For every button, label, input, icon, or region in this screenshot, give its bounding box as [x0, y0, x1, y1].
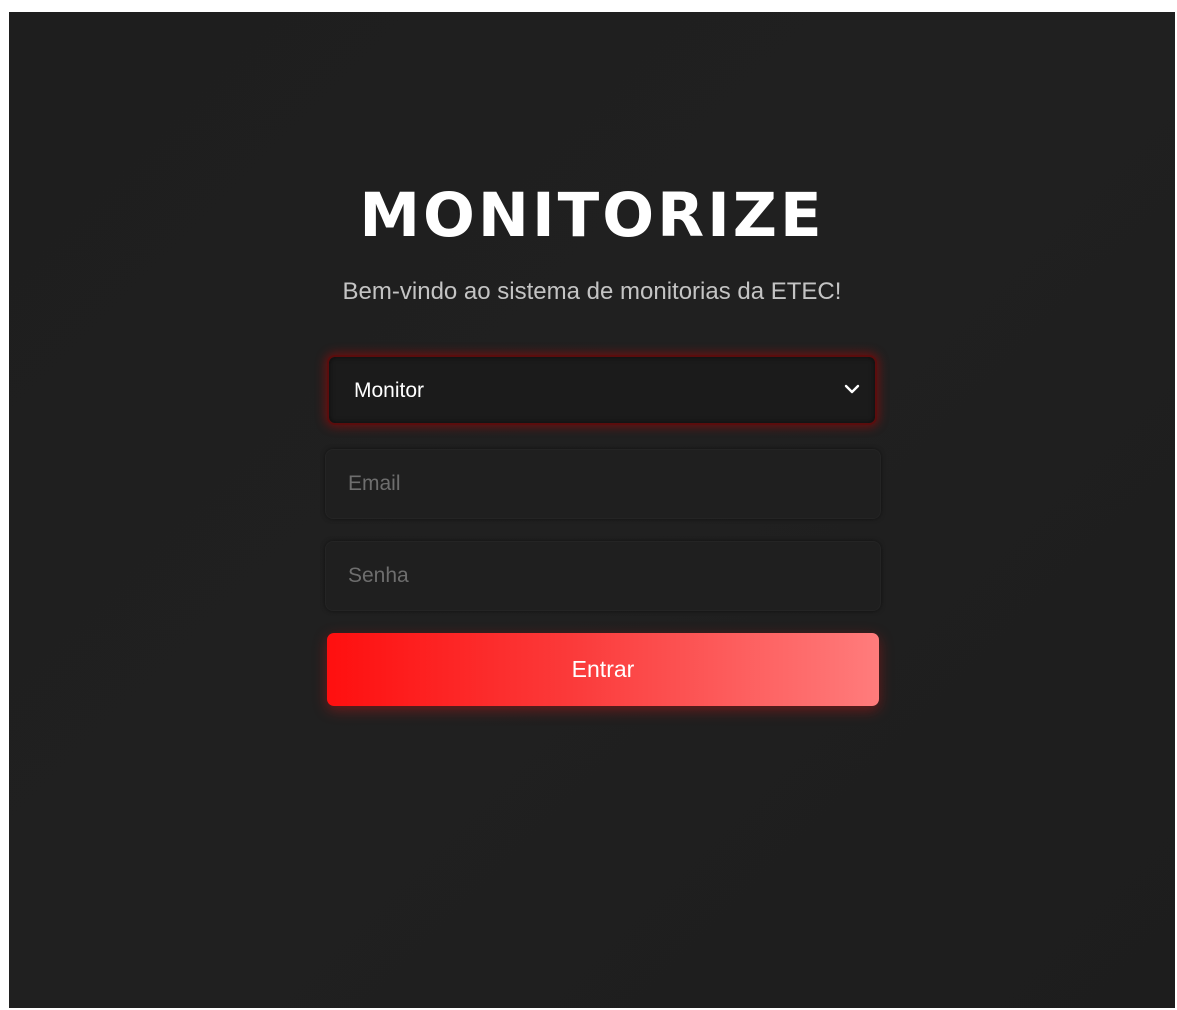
role-select[interactable]: Monitor — [327, 355, 877, 425]
role-select-value: Monitor — [354, 379, 425, 402]
password-input[interactable] — [325, 541, 881, 611]
welcome-subtitle: Bem-vindo ao sistema de monitorias da ET… — [342, 278, 842, 305]
chevron-down-icon — [844, 384, 860, 394]
login-button[interactable]: Entrar — [327, 633, 879, 706]
page-background: MONITORIZE Bem-vindo ao sistema de monit… — [9, 12, 1175, 1008]
email-input[interactable] — [325, 449, 881, 519]
login-panel: MONITORIZE Bem-vindo ao sistema de monit… — [9, 12, 1175, 1008]
brand-title: MONITORIZE — [359, 180, 825, 251]
